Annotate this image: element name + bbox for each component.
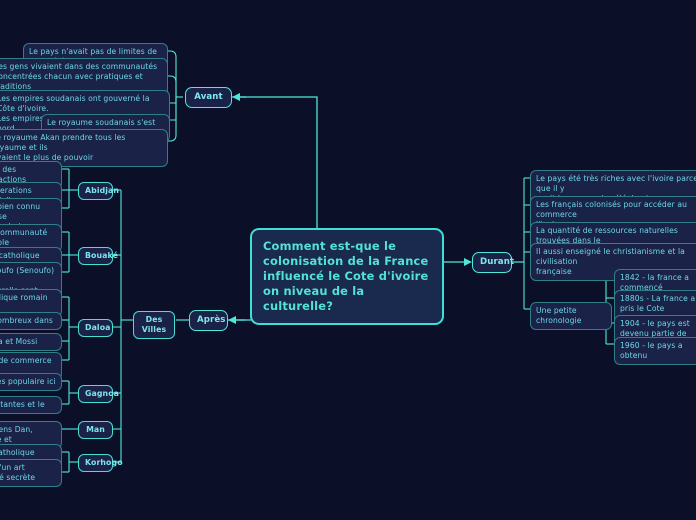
branch-node-des-villes[interactable]: Des Villes	[133, 311, 175, 339]
leaf-gagnoa-2[interactable]: Protestantes et le	[0, 396, 62, 414]
city-node-daloa[interactable]: Daloa	[78, 319, 113, 337]
city-node-gagnoa[interactable]: Gagnoa	[78, 385, 119, 403]
chronologie-node[interactable]: Une petite chronologie	[530, 302, 612, 330]
branch-node-apres[interactable]: Après	[189, 310, 228, 331]
leaf-gagnoa-1[interactable]: Est très populaire ici	[0, 373, 62, 391]
branch-node-avant[interactable]: Avant	[185, 87, 232, 108]
central-topic-node[interactable]: Comment est-que le colonisation de la Fr…	[250, 228, 444, 325]
city-node-abidjan[interactable]: Abidjan	[78, 182, 119, 200]
leaf-daloa-3[interactable]: Dioula et Mossi	[0, 333, 62, 351]
city-node-korhogo[interactable]: Korhogo	[78, 454, 123, 472]
branch-node-durant[interactable]: Durant	[472, 252, 514, 273]
chronologie-entry-4[interactable]: 1960 - le pays a obtenu	[614, 337, 696, 365]
city-node-bouake[interactable]: Bouaké	[78, 247, 118, 265]
mindmap-canvas: Comment est-que le colonisation de la Fr…	[0, 0, 696, 520]
city-node-man[interactable]: Man	[78, 421, 113, 439]
leaf-korhogo-2[interactable]: Plus d'un art société secrète	[0, 459, 62, 487]
leaf-daloa-2[interactable]: Plus nombreux dans	[0, 312, 62, 330]
